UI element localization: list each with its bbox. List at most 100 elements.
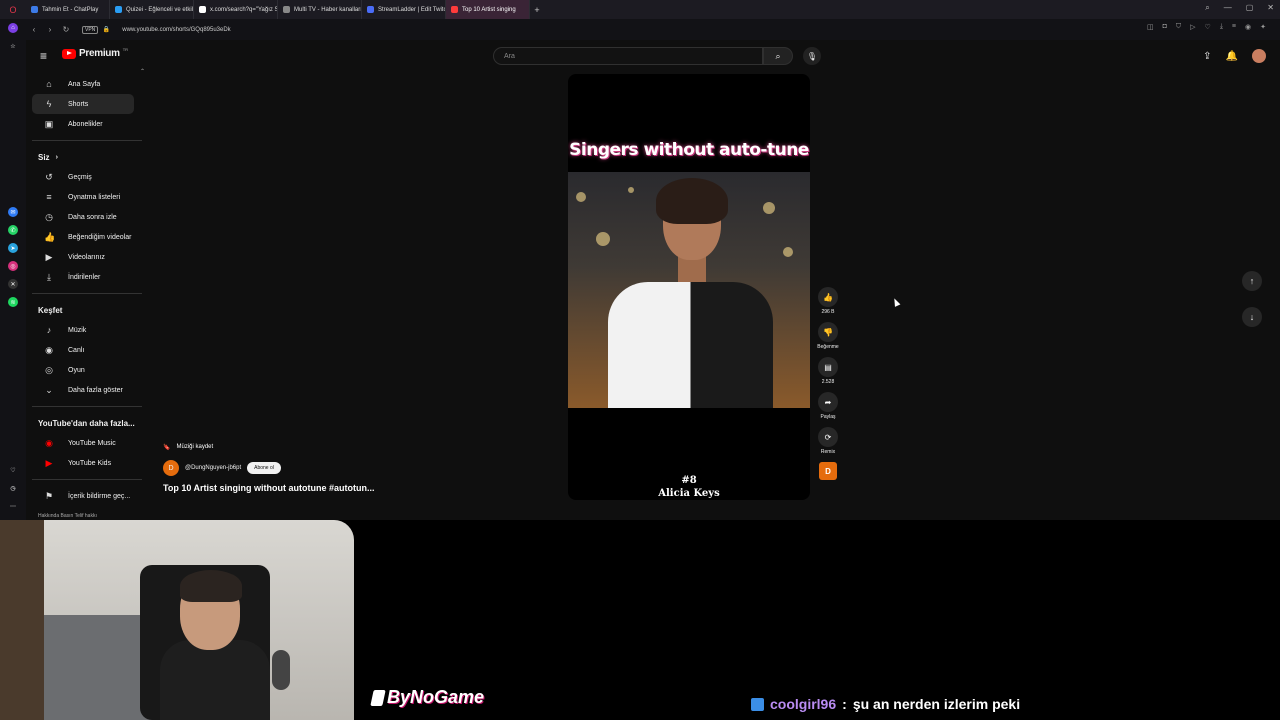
bell-icon[interactable]: 🔔 [1226, 51, 1238, 62]
pin-icon[interactable]: ☆ [8, 41, 18, 51]
search-input[interactable]: Ara [493, 47, 763, 65]
sidebar-item-music[interactable]: ♪ Müzik [32, 320, 134, 340]
footer-links[interactable]: Hakkında Basın Telif hakkı [38, 513, 97, 519]
sidebar-item-report[interactable]: ⚑ İçerik bildirme geç... [32, 486, 134, 506]
browser-tab[interactable]: Tahmin Et - ChatPlay [26, 0, 110, 19]
next-short-button[interactable]: ↓ [1242, 307, 1262, 327]
history-icon: ↺ [45, 171, 53, 182]
telegram-icon[interactable]: ➤ [8, 243, 18, 253]
browser-sidebar: ⌂ ☆ ✉ ✆ ➤ ◎ ✕ ≋ ♡ ◷ ⋯ [0, 19, 26, 520]
bookmark-icon: 🔖 [163, 444, 171, 451]
play-icon[interactable]: ▷ [1190, 23, 1195, 31]
section-you[interactable]: Siz › [26, 147, 144, 167]
downloads-icon: ⤓ [47, 271, 51, 282]
more-icon[interactable]: ⋯ [8, 501, 18, 511]
sidebar-item-shorts[interactable]: ϟ Shorts [32, 94, 134, 114]
sidebar-item-label: Abonelikler [68, 120, 103, 128]
browser-tab[interactable]: Multi TV - Haber kanalları [278, 0, 362, 19]
share-action: ➦ Paylaş [818, 392, 838, 420]
youtube-play-icon [62, 48, 76, 59]
youtube-logo[interactable]: Premium TR [62, 47, 128, 59]
extension-icon[interactable]: ◫ [1147, 23, 1154, 31]
search-tabs-icon[interactable]: ⌕ [1205, 3, 1209, 13]
shorts-navigation: ↑ ↓ [1242, 271, 1262, 327]
divider [32, 293, 142, 294]
sidebar-item-your-videos[interactable]: ▶ Videolarınız [32, 247, 134, 267]
sidebar-nav: ⌂ Ana Sayfa ϟ Shorts ▣ Abonelikler Siz › ↺ Geçm… [26, 74, 144, 506]
previous-short-button[interactable]: ↑ [1242, 271, 1262, 291]
sidebar-item-downloads[interactable]: ⤓ İndirilenler [32, 267, 134, 287]
share-button[interactable]: ➦ [818, 392, 838, 412]
sidebar-item-label: İndirilenler [68, 273, 101, 281]
sidebar-item-history[interactable]: ↺ Geçmiş [32, 167, 134, 187]
video-title[interactable]: Top 10 Artist singing without autotune #… [163, 483, 374, 493]
comment-button[interactable]: ▤ [818, 357, 838, 377]
sidebar-item-liked[interactable]: 👍 Beğendiğim videolar [32, 227, 134, 247]
section-more: YouTube'dan daha fazla... [38, 418, 135, 428]
upload-icon[interactable]: ⇪ [1203, 51, 1211, 62]
shorts-player[interactable]: Singers without auto-tune #8 Alicia Keys [568, 74, 810, 500]
comment-action: ▤ 2.528 [818, 357, 838, 385]
download-icon[interactable]: ⤓ [1220, 23, 1223, 31]
sidebar-item-live[interactable]: ◉ Canlı [32, 340, 134, 360]
sidebar-item-home[interactable]: ⌂ Ana Sayfa [32, 74, 134, 94]
remix-button[interactable]: ⟳ [818, 427, 838, 447]
lock-icon[interactable]: 🔒 [98, 26, 114, 33]
like-count: 296 B [821, 309, 835, 315]
sidebar-item-label: Canlı [68, 346, 85, 354]
search-button[interactable]: ⌕ [763, 47, 793, 65]
channel-handle[interactable]: @DungNguyen-jb6pt [185, 465, 241, 471]
whatsapp-icon[interactable]: ✆ [8, 225, 18, 235]
forward-icon[interactable]: › [42, 25, 58, 34]
browser-tab[interactable]: Top 10 Artist singing [446, 0, 530, 19]
url-field[interactable]: www.youtube.com/shorts/GQq895u3eDk [122, 27, 230, 33]
home-icon[interactable]: ⌂ [8, 23, 18, 33]
dislike-button[interactable]: 👎 [818, 322, 838, 342]
back-icon[interactable]: ‹ [26, 25, 42, 34]
sidebar-item-label: Daha sonra izle [68, 213, 117, 221]
sidebar-item-watch-later[interactable]: ◷ Daha sonra izle [32, 207, 134, 227]
sidebar-item-yt-music[interactable]: ◉ YouTube Music [32, 433, 134, 453]
vpn-badge[interactable]: VPN [82, 25, 99, 34]
hamburger-icon[interactable]: ≡ [40, 49, 47, 63]
browser-tab[interactable]: Quizei - Eğlenceli ve etkile [110, 0, 194, 19]
channel-row: D @DungNguyen-jb6pt Abone ol [163, 460, 281, 476]
spotify-icon[interactable]: ≋ [8, 297, 18, 307]
save-music-button[interactable]: 🔖 Müziği kaydet [163, 440, 213, 454]
sidebar-item-show-more[interactable]: ⌄ Daha fazla göster [32, 380, 134, 400]
sidebar-item-label: Shorts [68, 100, 89, 108]
reload-icon[interactable]: ↻ [58, 25, 74, 34]
instagram-icon[interactable]: ◎ [8, 261, 18, 271]
address-bar-row: ‹ › ↻ VPN 🔒 www.youtube.com/shorts/GQq89… [0, 19, 1280, 40]
history-icon[interactable]: ◷ [8, 483, 18, 493]
minimize-button[interactable]: — [1224, 3, 1232, 13]
sidebar-item-playlists[interactable]: ≡ Oynatma listeleri [32, 187, 134, 207]
heart-icon[interactable]: ♡ [1205, 23, 1211, 31]
close-window-button[interactable]: ✕ [1267, 3, 1274, 13]
sidebar-item-yt-kids[interactable]: ▶ YouTube Kids [32, 453, 134, 473]
aria-icon[interactable]: ✦ [1260, 23, 1266, 31]
sidebar-item-gaming[interactable]: ◎ Oyun [32, 360, 134, 380]
profile-icon[interactable]: ◉ [1245, 23, 1251, 31]
camera-icon[interactable]: ◘ [1163, 23, 1167, 31]
sidebar-item-subscriptions[interactable]: ▣ Abonelikler [32, 114, 134, 134]
like-button[interactable]: 👍 [818, 287, 838, 307]
channel-avatar[interactable]: D [163, 460, 179, 476]
favorites-icon[interactable]: ♡ [8, 465, 18, 475]
avatar[interactable] [1252, 49, 1266, 63]
maximize-button[interactable]: ▢ [1246, 3, 1254, 13]
menu-icon[interactable]: ≡ [1232, 23, 1236, 31]
messenger-icon[interactable]: ✉ [8, 207, 18, 217]
sidebar-item-label: Geçmiş [68, 173, 92, 181]
opera-logo-icon[interactable]: O [0, 5, 26, 15]
subscribe-button[interactable]: Abone ol [247, 462, 281, 474]
new-tab-button[interactable]: + [530, 5, 544, 15]
x-icon[interactable]: ✕ [8, 279, 18, 289]
channel-thumbnail[interactable]: D [819, 462, 837, 480]
browser-tab[interactable]: x.com/search?q="Yağız Sa [194, 0, 278, 19]
sidebar-item-label: YouTube Kids [68, 459, 112, 467]
voice-search-button[interactable]: 🎙 [803, 47, 821, 65]
browser-tab[interactable]: StreamLadder | Edit Twitch [362, 0, 446, 19]
playlists-icon: ≡ [46, 192, 52, 202]
shield-icon[interactable]: ⛉ [1176, 23, 1181, 31]
